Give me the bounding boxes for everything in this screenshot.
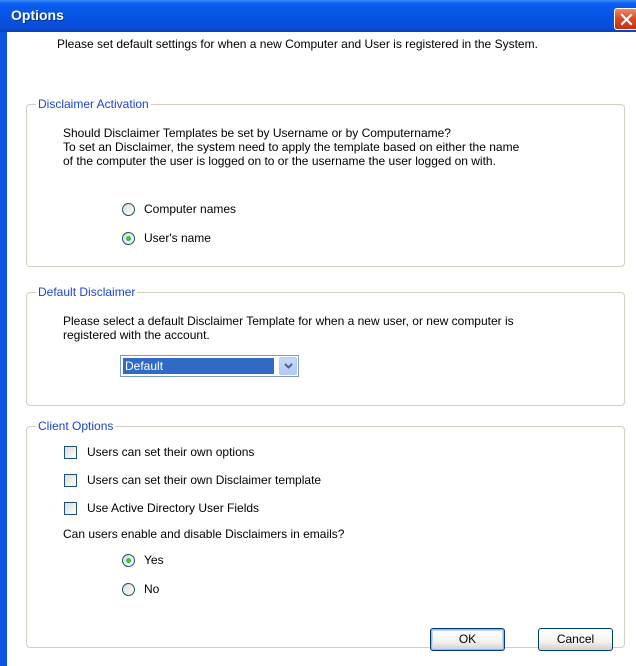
- dropdown-button[interactable]: [279, 357, 297, 375]
- disclaimer-activation-legend: Disclaimer Activation: [36, 97, 151, 111]
- radio-button[interactable]: [122, 554, 135, 567]
- intro-text: Please set default settings for when a n…: [57, 37, 538, 51]
- client-options-question: Can users enable and disable Disclaimers…: [63, 527, 345, 541]
- activation-text-line-3: of the computer the user is logged on to…: [63, 154, 496, 168]
- radio-button[interactable]: [122, 583, 135, 596]
- default-disclaimer-legend: Default Disclaimer: [36, 285, 138, 299]
- checkbox[interactable]: [64, 446, 77, 459]
- radio-label[interactable]: Yes: [144, 553, 164, 567]
- radio-selected-dot: [126, 558, 131, 563]
- checkbox-label[interactable]: Users can set their own options: [87, 445, 254, 459]
- checkbox[interactable]: [64, 474, 77, 487]
- close-button[interactable]: [614, 8, 636, 30]
- radio-button[interactable]: [122, 203, 135, 216]
- chevron-down-icon: [284, 363, 293, 369]
- default-disclaimer-text-line-1: Please select a default Disclaimer Templ…: [63, 314, 514, 328]
- dialog-body: Please set default settings for when a n…: [7, 32, 636, 666]
- default-disclaimer-select[interactable]: Default: [120, 355, 299, 377]
- radio-selected-dot: [126, 236, 131, 241]
- close-icon: [620, 13, 633, 26]
- radio-label[interactable]: Computer names: [144, 202, 236, 216]
- radio-label[interactable]: No: [144, 582, 159, 596]
- checkbox-label[interactable]: Use Active Directory User Fields: [87, 501, 259, 515]
- activation-text-line-1: Should Disclaimer Templates be set by Us…: [63, 126, 451, 140]
- client-options-group: Client Options Users can set their own o…: [26, 419, 625, 648]
- options-dialog: Options Please set default settings for …: [0, 0, 636, 666]
- cancel-button[interactable]: Cancel: [538, 628, 613, 651]
- radio-label[interactable]: User's name: [144, 231, 211, 245]
- ok-button[interactable]: OK: [430, 628, 505, 651]
- default-disclaimer-group: Default Disclaimer Please select a defau…: [26, 285, 625, 406]
- default-disclaimer-text-line-2: registered with the account.: [63, 328, 210, 342]
- client-options-legend: Client Options: [36, 419, 116, 433]
- select-value: Default: [123, 358, 274, 374]
- window-title: Options: [11, 7, 64, 23]
- radio-button[interactable]: [122, 232, 135, 245]
- title-bar[interactable]: Options: [0, 0, 636, 32]
- checkbox[interactable]: [64, 502, 77, 515]
- activation-text-line-2: To set an Disclaimer, the system need to…: [63, 140, 520, 154]
- checkbox-label[interactable]: Users can set their own Disclaimer templ…: [87, 473, 321, 487]
- disclaimer-activation-group: Disclaimer Activation Should Disclaimer …: [26, 97, 625, 267]
